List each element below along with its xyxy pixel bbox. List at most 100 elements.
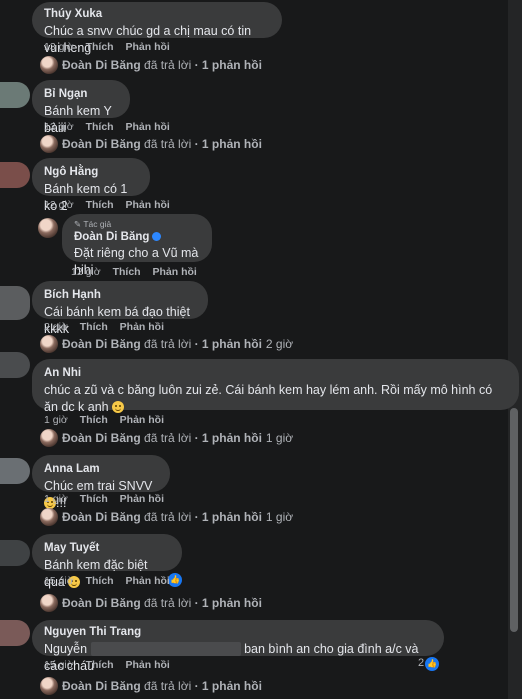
avatar[interactable] <box>0 82 30 108</box>
reply-button[interactable]: Phản hồi <box>120 493 164 505</box>
comment-time[interactable]: 13 giờ <box>44 41 74 53</box>
author-avatar[interactable] <box>38 218 58 238</box>
reply-count: 1 phản hồi <box>201 431 262 445</box>
replier-avatar <box>40 335 58 353</box>
avatar[interactable] <box>0 458 30 484</box>
scrollbar-thumb[interactable] <box>510 408 518 632</box>
avatar[interactable] <box>0 286 30 320</box>
like-button[interactable]: Thích <box>86 575 114 587</box>
view-replies[interactable]: Đoàn Di Băng đã trả lời · 1 phản hồi <box>40 594 262 612</box>
comment-actions: 13 giờ Thích Phản hồi <box>44 41 179 53</box>
replied-label: đã trả lời <box>144 58 192 72</box>
reply-button[interactable]: Phản hồi <box>153 266 197 278</box>
reply-button[interactable]: Phản hồi <box>126 575 170 587</box>
comment-time[interactable]: 12 giờ <box>44 199 74 211</box>
replier-name: Đoàn Di Băng <box>62 596 141 610</box>
comment-bubble: Bích Hạnh Cái bánh kem bá đạo thiệt kkkk <box>32 281 208 336</box>
avatar[interactable] <box>0 352 30 378</box>
comment-author[interactable]: Bích Hạnh <box>44 288 196 302</box>
comment-text-content: Chúc em trai SNVV <box>44 479 153 493</box>
like-button[interactable]: Thích <box>80 493 108 505</box>
reply-count: 1 phản hồi <box>201 58 262 72</box>
like-button[interactable]: Thích <box>80 321 108 333</box>
comment-author[interactable]: May Tuyết <box>44 541 170 555</box>
replier-avatar <box>40 135 58 153</box>
comment-bubble: May Tuyết Bánh kem đặc biệt quá <box>32 534 182 589</box>
comment-bubble: Nguyen Thi Trang Nguyễn ban bình an cho … <box>32 620 444 673</box>
avatar[interactable] <box>0 540 30 566</box>
comment-author[interactable]: Đoàn Di Băng <box>74 230 200 244</box>
replier-avatar <box>40 508 58 526</box>
pencil-icon: ✎ <box>74 219 82 229</box>
comment-author[interactable]: Anna Lam <box>44 462 158 476</box>
view-replies[interactable]: Đoàn Di Băng đã trả lời · 1 phản hồi 1 gi… <box>40 508 293 526</box>
reply-button[interactable]: Phản hồi <box>120 321 164 333</box>
comment-bubble: Bỉ Ngạn Bánh kem Y bàiii <box>32 80 130 135</box>
comment-bubble: Thúy Xuka Chúc a snvv chúc gd a chị mau … <box>32 2 282 55</box>
replier-avatar <box>40 677 58 695</box>
replied-label: đã trả lời <box>144 596 192 610</box>
replied-label: đã trả lời <box>144 510 192 524</box>
like-button[interactable]: Thích <box>113 266 141 278</box>
comment-text: chúc a zũ và c băng luôn zui zẻ. Cái bán… <box>44 382 507 416</box>
comment-time[interactable]: 2 giờ <box>44 321 68 333</box>
replied-label: đã trả lời <box>144 431 192 445</box>
comment-text-content: chúc a zũ và c băng luôn zui zẻ. Cái bán… <box>44 383 493 414</box>
reply-button[interactable]: Phản hồi <box>126 659 170 671</box>
author-badge: ✎ Tác giả <box>74 219 200 230</box>
view-replies[interactable]: Đoàn Di Băng đã trả lời · 1 phản hồi <box>40 677 262 695</box>
author-reply-bubble: ✎ Tác giả Đoàn Di Băng Đặt riêng cho a V… <box>62 214 212 277</box>
like-reaction-icon[interactable]: 👍 <box>425 657 439 671</box>
verified-icon <box>152 232 162 241</box>
comment-bubble: Anna Lam Chúc em trai SNVV !!! <box>32 455 170 510</box>
like-count: 2 <box>418 657 425 669</box>
replier-name: Đoàn Di Băng <box>62 337 141 351</box>
comment-time[interactable]: 15 giờ <box>44 575 74 587</box>
comment-actions: 1 giờ Thích Phản hồi <box>44 414 173 426</box>
author-name[interactable]: Đoàn Di Băng <box>74 231 149 243</box>
replier-avatar <box>40 56 58 74</box>
like-button[interactable]: Thích <box>86 659 114 671</box>
like-button[interactable]: Thích <box>86 199 114 211</box>
comment-author[interactable]: Thúy Xuka <box>44 7 270 21</box>
replied-label: đã trả lời <box>144 137 192 151</box>
comment-time[interactable]: 15 giờ <box>44 659 74 671</box>
view-replies[interactable]: Đoàn Di Băng đã trả lời · 1 phản hồi <box>40 56 262 74</box>
comment-actions: 12 giờ Thích Phản hồi <box>44 199 179 211</box>
comment-actions: 12 giờ Thích Phản hồi <box>44 121 179 133</box>
comment-author[interactable]: Bỉ Ngạn <box>44 87 118 101</box>
reaction-count[interactable]: 2 <box>418 657 424 669</box>
comment-actions: 15 giờ Thích Phản hồi <box>44 575 179 587</box>
replied-label: đã trả lời <box>144 337 192 351</box>
comment-time[interactable]: 12 giờ <box>44 121 74 133</box>
comment-time[interactable]: 12 giờ <box>71 266 101 278</box>
view-replies[interactable]: Đoàn Di Băng đã trả lời · 1 phản hồi <box>40 135 262 153</box>
comment-author[interactable]: An Nhi <box>44 366 507 380</box>
avatar[interactable] <box>0 620 30 646</box>
comment-actions: 12 giờ Thích Phản hồi <box>71 266 206 278</box>
comment-actions: 2 giờ Thích Phản hồi <box>44 321 173 333</box>
replier-name: Đoàn Di Băng <box>62 510 141 524</box>
like-button[interactable]: Thích <box>86 41 114 53</box>
comment-time[interactable]: 1 giờ <box>44 493 68 505</box>
like-button[interactable]: Thích <box>80 414 108 426</box>
reply-button[interactable]: Phản hồi <box>126 121 170 133</box>
reply-count: 1 phản hồi <box>201 510 262 524</box>
reply-button[interactable]: Phản hồi <box>126 41 170 53</box>
reply-count: 1 phản hồi <box>201 137 262 151</box>
blurred-text <box>90 642 241 656</box>
comment-bubble: Ngô Hằng Bánh kem có 1 ko 2 <box>32 158 150 213</box>
replier-name: Đoàn Di Băng <box>62 679 141 693</box>
view-replies[interactable]: Đoàn Di Băng đã trả lời · 1 phản hồi 2 gi… <box>40 335 293 353</box>
reply-button[interactable]: Phản hồi <box>126 199 170 211</box>
replier-avatar <box>40 594 58 612</box>
comment-author[interactable]: Ngô Hằng <box>44 165 138 179</box>
replier-name: Đoàn Di Băng <box>62 58 141 72</box>
reply-time: 1 giờ <box>265 431 294 445</box>
avatar[interactable] <box>0 162 30 188</box>
reply-button[interactable]: Phản hồi <box>120 414 164 426</box>
like-button[interactable]: Thích <box>86 121 114 133</box>
comment-time[interactable]: 1 giờ <box>44 414 68 426</box>
comment-author[interactable]: Nguyen Thi Trang <box>44 625 432 639</box>
view-replies[interactable]: Đoàn Di Băng đã trả lời · 1 phản hồi 1 gi… <box>40 429 293 447</box>
